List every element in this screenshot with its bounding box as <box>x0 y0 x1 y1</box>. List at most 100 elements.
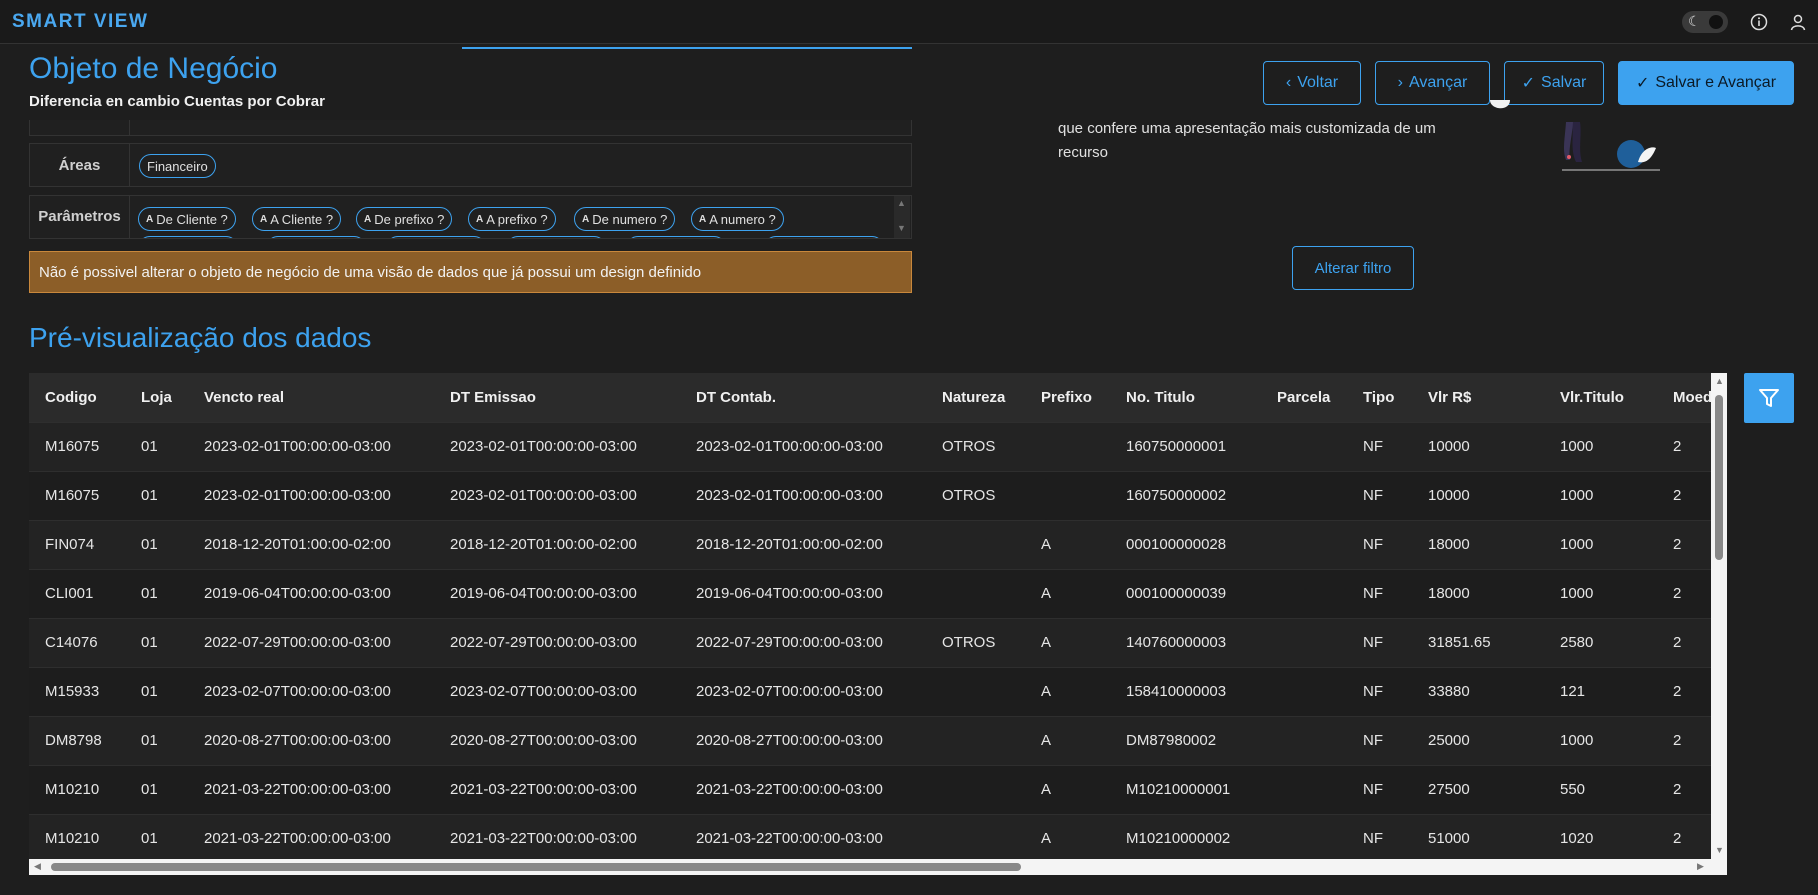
text-type-icon: A <box>699 213 707 225</box>
toggle-knob <box>1709 15 1723 29</box>
save-button[interactable]: ✓ Salvar <box>1504 61 1604 105</box>
data-grid[interactable]: Codigo Loja Vencto real DT Emissao DT Co… <box>29 373 1727 874</box>
table-cell: 10000 <box>1412 470 1544 520</box>
table-cell: 2023-02-01T00:00:00-03:00 <box>188 421 434 471</box>
table-row[interactable]: DM8798 01 2020-08-27T00:00:00-03:00 2020-08… <box>29 715 1727 765</box>
table-row[interactable]: C14076 01 2022-07-29T00:00:00-03:00 2022-07… <box>29 617 1727 667</box>
param-chip[interactable]: AA prefixo ? <box>468 207 556 231</box>
table-cell: M10210000001 <box>1110 764 1261 814</box>
table-cell: 160750000001 <box>1110 421 1261 471</box>
column-header[interactable]: DT Contab. <box>680 373 926 422</box>
grid-vertical-scrollbar[interactable]: ▲ ▼ <box>1711 373 1727 859</box>
next-button[interactable]: › Avançar <box>1375 61 1490 105</box>
param-chip[interactable]: A De numero ? <box>574 207 676 231</box>
table-cell <box>926 666 1025 716</box>
param-chip[interactable]: A De prefixo ? <box>356 207 453 231</box>
scroll-down-icon[interactable]: ▼ <box>897 223 906 233</box>
param-chip[interactable]: A De Cliente ? <box>138 207 236 231</box>
scroll-up-icon[interactable]: ▲ <box>897 198 906 208</box>
table-row[interactable]: M10210 01 2021-03-22T00:00:00-03:00 2021-03… <box>29 813 1727 863</box>
table-cell: 1020 <box>1544 813 1657 863</box>
table-cell: 27500 <box>1412 764 1544 814</box>
column-header[interactable]: Vencto real <box>188 373 434 422</box>
text-type-icon: A <box>476 213 484 225</box>
table-cell: 10000 <box>1412 421 1544 471</box>
table-cell: 2021-03-22T00:00:00-03:00 <box>434 764 680 814</box>
column-header[interactable]: Vlr.Titulo <box>1544 373 1657 422</box>
page-title: Objeto de Negócio <box>29 52 278 85</box>
table-cell: 2023-02-01T00:00:00-03:00 <box>680 470 926 520</box>
scroll-up-icon[interactable]: ▲ <box>1715 376 1724 386</box>
param-chip-partial[interactable] <box>138 236 238 238</box>
param-chip-partial[interactable] <box>506 236 606 238</box>
table-cell: 31851.65 <box>1412 617 1544 667</box>
scroll-thumb[interactable] <box>51 863 1021 871</box>
table-cell: A <box>1025 666 1110 716</box>
grid-horizontal-scrollbar[interactable]: ◀ ▶ <box>29 859 1727 875</box>
table-cell: DM8798 <box>29 715 125 765</box>
param-chip-partial[interactable] <box>266 236 366 238</box>
table-row[interactable]: FIN074 01 2018-12-20T01:00:00-02:00 2018-12… <box>29 519 1727 569</box>
table-cell: 2018-12-20T01:00:00-02:00 <box>680 519 926 569</box>
param-chip[interactable]: AA Cliente ? <box>252 207 342 231</box>
back-button[interactable]: ‹ Voltar <box>1263 61 1361 105</box>
filter-icon <box>1759 389 1779 407</box>
column-header[interactable]: Codigo <box>29 373 125 422</box>
table-cell: A <box>1025 715 1110 765</box>
column-header[interactable]: No. Titulo <box>1110 373 1261 422</box>
table-cell: 01 <box>125 666 188 716</box>
table-cell: A <box>1025 764 1110 814</box>
column-header[interactable]: Prefixo <box>1025 373 1110 422</box>
area-chip[interactable]: Financeiro <box>139 154 216 178</box>
table-cell: OTROS <box>926 617 1025 667</box>
param-chip[interactable]: AA numero ? <box>691 207 784 231</box>
table-cell: 2022-07-29T00:00:00-03:00 <box>680 617 926 667</box>
table-row[interactable]: M15933 01 2023-02-07T00:00:00-03:00 2023-02… <box>29 666 1727 716</box>
parametros-scrollbar[interactable]: ▲ ▼ <box>894 196 910 238</box>
table-cell: 2023-02-01T00:00:00-03:00 <box>188 470 434 520</box>
save-next-button[interactable]: ✓ Salvar e Avançar <box>1618 61 1794 105</box>
back-button-label: Voltar <box>1297 74 1339 91</box>
table-cell: M15933 <box>29 666 125 716</box>
table-cell: M16075 <box>29 470 125 520</box>
table-cell: 18000 <box>1412 519 1544 569</box>
table-row[interactable]: M16075 01 2023-02-01T00:00:00-03:00 2023-02… <box>29 421 1727 471</box>
scroll-thumb[interactable] <box>1715 395 1723 560</box>
table-cell: 2580 <box>1544 617 1657 667</box>
column-header[interactable]: Parcela <box>1261 373 1347 422</box>
table-row[interactable]: CLI001 01 2019-06-04T00:00:00-03:00 2019-06… <box>29 568 1727 618</box>
theme-toggle[interactable]: ☾ <box>1682 11 1728 33</box>
column-header[interactable]: Vlr R$ <box>1412 373 1544 422</box>
table-cell: NF <box>1347 813 1412 863</box>
scroll-right-icon[interactable]: ▶ <box>1697 861 1704 872</box>
app-brand[interactable]: SMART VIEW <box>12 11 148 33</box>
table-cell: NF <box>1347 421 1412 471</box>
column-header[interactable]: Loja <box>125 373 188 422</box>
table-row[interactable]: M10210 01 2021-03-22T00:00:00-03:00 2021-03… <box>29 764 1727 814</box>
table-cell: 01 <box>125 568 188 618</box>
param-chip-partial[interactable] <box>764 236 884 238</box>
chevron-left-icon: ‹ <box>1285 74 1292 91</box>
table-cell: 01 <box>125 617 188 667</box>
user-icon[interactable] <box>1786 10 1810 34</box>
table-row[interactable]: M16075 01 2023-02-01T00:00:00-03:00 2023-02… <box>29 470 1727 520</box>
scroll-left-icon[interactable]: ◀ <box>34 861 41 872</box>
table-cell <box>1261 519 1347 569</box>
table-cell: 2023-02-01T00:00:00-03:00 <box>680 421 926 471</box>
table-cell: 01 <box>125 813 188 863</box>
table-cell: 2019-06-04T00:00:00-03:00 <box>434 568 680 618</box>
alter-filter-button[interactable]: Alterar filtro <box>1292 246 1414 290</box>
table-cell: NF <box>1347 666 1412 716</box>
table-cell: M10210 <box>29 764 125 814</box>
table-cell <box>926 764 1025 814</box>
table-cell: 33880 <box>1412 666 1544 716</box>
column-header[interactable]: Natureza <box>926 373 1025 422</box>
info-icon[interactable] <box>1747 10 1771 34</box>
info-row-partial <box>29 120 912 136</box>
filter-button[interactable] <box>1744 373 1794 423</box>
scroll-down-icon[interactable]: ▼ <box>1715 845 1724 855</box>
param-chip-partial[interactable] <box>626 236 726 238</box>
column-header[interactable]: DT Emissao <box>434 373 680 422</box>
param-chip-partial[interactable] <box>386 236 486 238</box>
column-header[interactable]: Tipo <box>1347 373 1412 422</box>
